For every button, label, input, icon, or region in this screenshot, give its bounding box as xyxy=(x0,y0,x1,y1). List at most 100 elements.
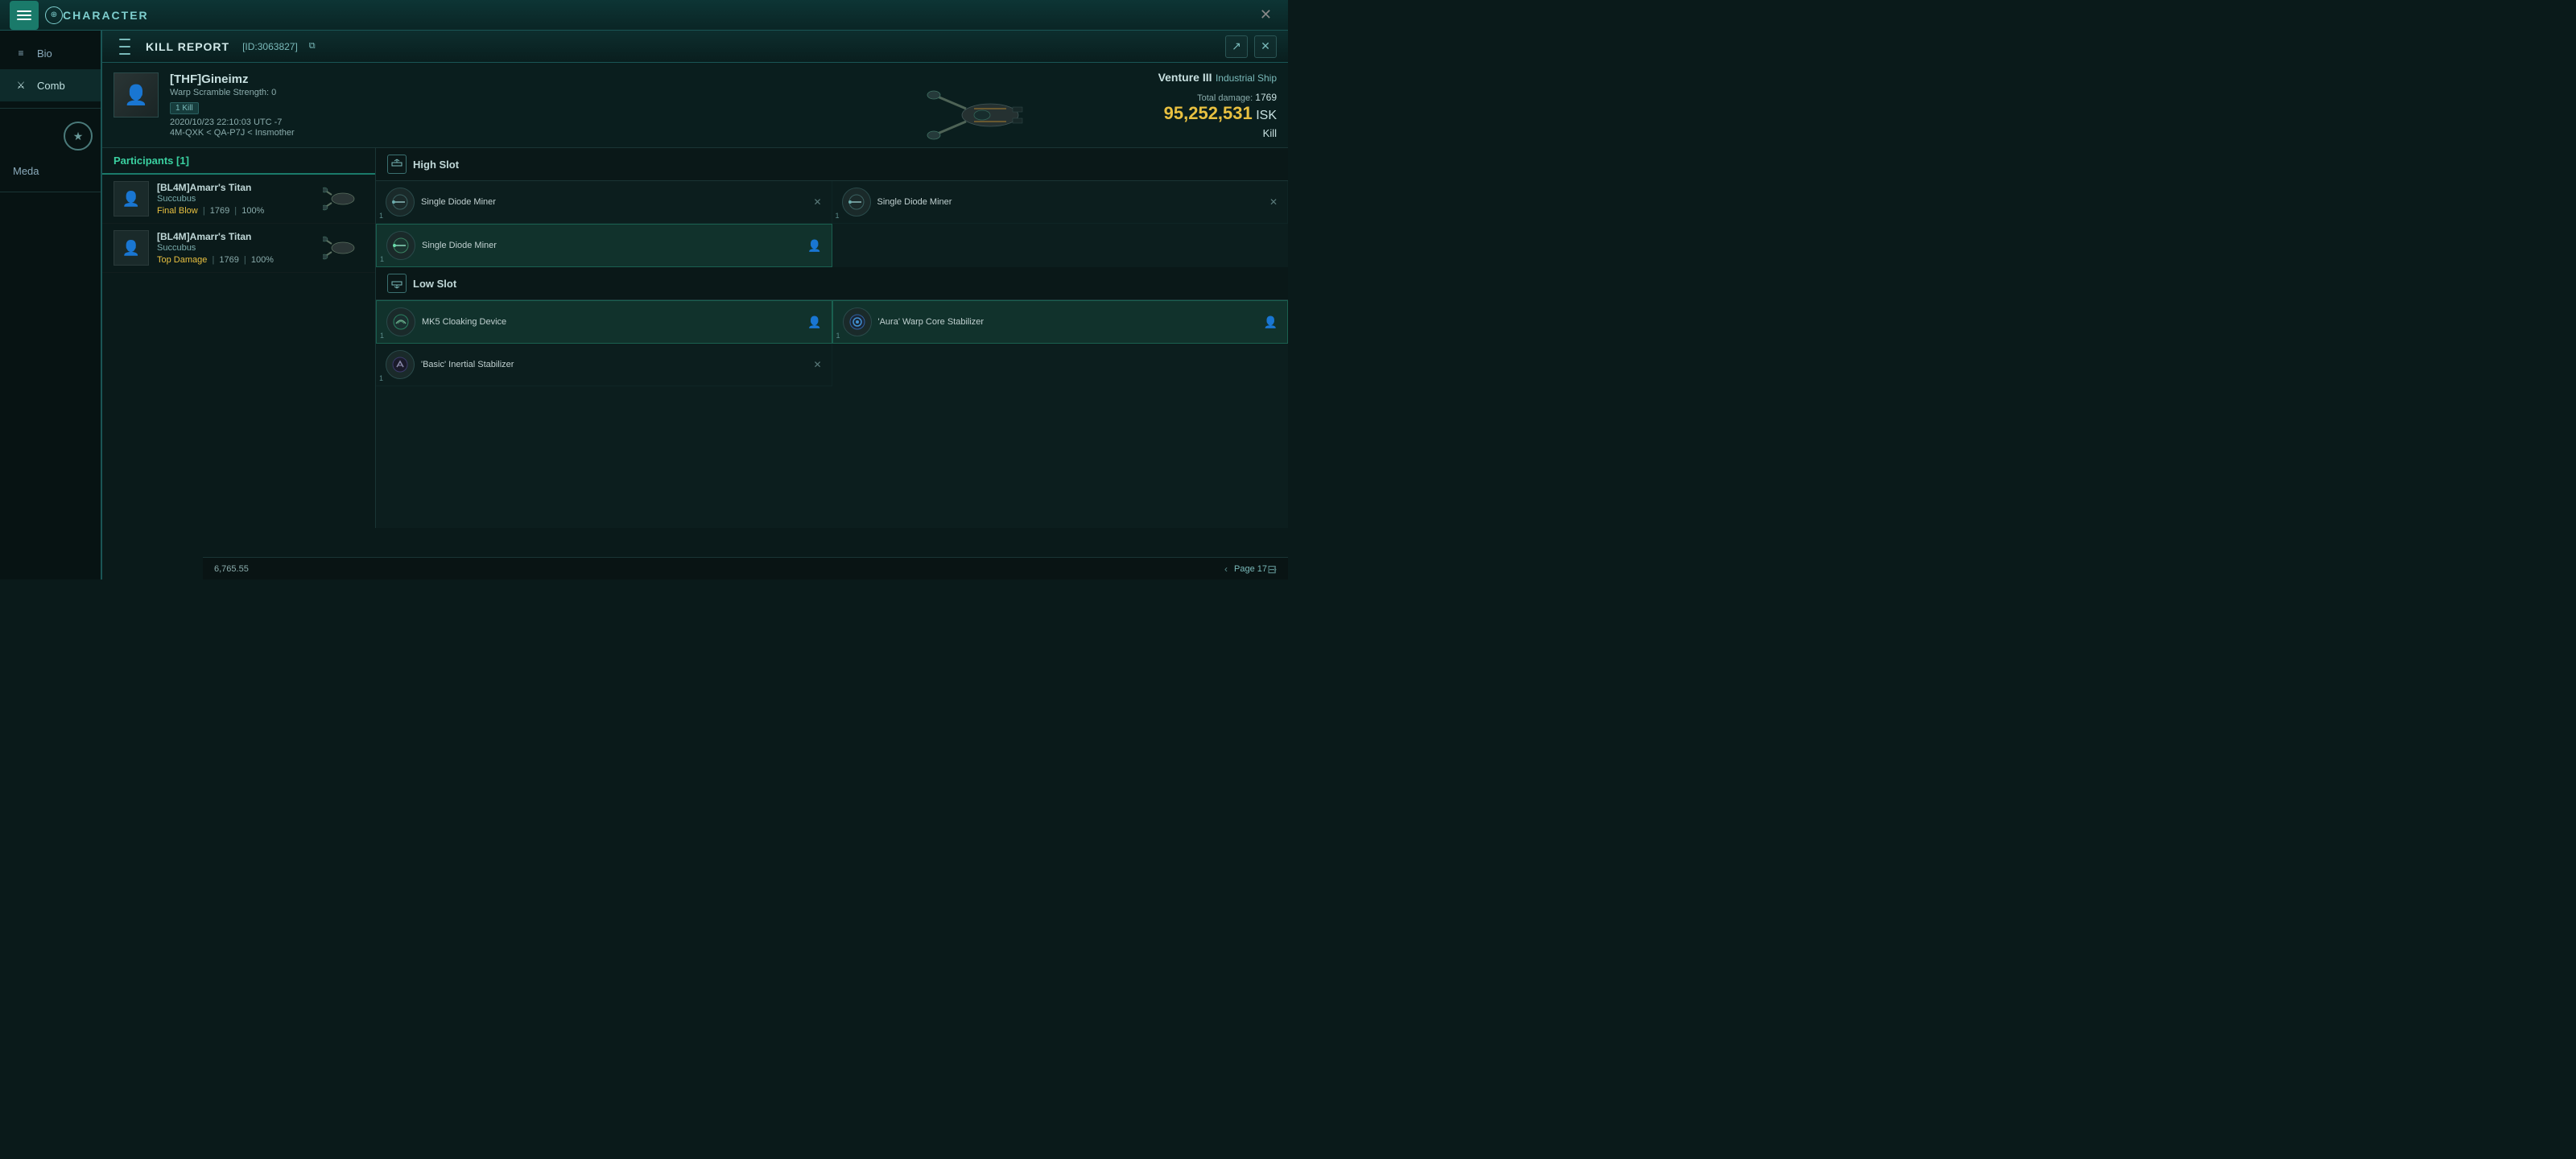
mining-icon-1 xyxy=(386,188,415,217)
equipment-panel: High Slot 1 Single Diode Miner ✕ xyxy=(376,148,1288,528)
participants-title: Participants [1] xyxy=(114,155,189,167)
close-icon-3[interactable]: ✕ xyxy=(813,359,821,370)
participant-2-avatar: 👤 xyxy=(114,230,149,266)
export-button[interactable]: ↗ xyxy=(1225,35,1248,58)
top-menu-button[interactable] xyxy=(10,1,39,30)
high-slot-icon xyxy=(387,155,407,174)
participant-2-name: [BL4M]Amarr's Titan xyxy=(157,231,314,242)
top-close-button[interactable]: ✕ xyxy=(1253,3,1278,27)
mining-icon-2 xyxy=(842,188,871,217)
high-slot-title: High Slot xyxy=(413,159,459,171)
low-slot-item-1[interactable]: 1 MK5 Cloaking Device 👤 xyxy=(376,300,832,344)
ship-image xyxy=(926,71,1055,159)
warp-icon xyxy=(843,307,872,336)
person-icon-1: 👤 xyxy=(807,239,821,253)
header-actions: ↗ ✕ xyxy=(1225,35,1277,58)
ship-display xyxy=(918,67,1063,163)
hamburger-icon-small xyxy=(119,37,130,56)
combat-icon: ⚔ xyxy=(13,77,29,93)
top-bar: ⊕ CHARACTER ✕ xyxy=(0,0,1288,31)
participant-item[interactable]: 👤 [BL4M]Amarr's Titan Succubus Top Damag… xyxy=(102,224,375,273)
main-content: Participants [1] 👤 [BL4M]Amarr's Titan S… xyxy=(102,148,1288,528)
victim-warp: Warp Scramble Strength: 0 xyxy=(170,88,1277,97)
victim-info: [THF]Gineimz Warp Scramble Strength: 0 1… xyxy=(170,72,1277,138)
person-icon-3: 👤 xyxy=(1264,316,1278,329)
close-kill-report-button[interactable]: ✕ xyxy=(1254,35,1277,58)
kill-type-label: Kill xyxy=(1158,127,1277,139)
participant-2-percent: 100% xyxy=(251,255,274,265)
victim-location: 4M-QXK < QA-P7J < Insmother xyxy=(170,128,1277,138)
low-slot-item-3[interactable]: 1 'Basic' Inertial Stabilizer ✕ xyxy=(376,344,832,386)
final-blow-label: Final Blow xyxy=(157,206,198,216)
participant-1-ship-img xyxy=(322,183,364,215)
victim-kill-badge: 1 Kill xyxy=(170,102,199,114)
bio-icon: ≡ xyxy=(13,45,29,61)
cloak-icon xyxy=(386,307,415,336)
participant-2-info: [BL4M]Amarr's Titan Succubus Top Damage … xyxy=(157,231,314,265)
damage-value: 1769 xyxy=(1255,92,1277,103)
sidebar-item-medals-label: Meda xyxy=(13,165,39,177)
sidebar-item-bio-label: Bio xyxy=(37,47,52,60)
hamburger-icon xyxy=(17,10,31,20)
bottom-bar: 6,765.55 ‹ Page 17 › ⊟ xyxy=(203,557,1288,580)
bottom-amount: 6,765.55 xyxy=(214,564,249,574)
ship-info-right: Venture III Industrial Ship Total damage… xyxy=(1158,71,1277,139)
low-slot-icon xyxy=(387,274,407,293)
high-slot-3-name: Single Diode Miner xyxy=(422,240,801,251)
participant-2-ship: Succubus xyxy=(157,243,314,253)
prev-page-button[interactable]: ‹ xyxy=(1224,563,1228,575)
high-slot-2-name: Single Diode Miner xyxy=(877,196,1263,208)
victim-section: 👤 [THF]Gineimz Warp Scramble Strength: 0… xyxy=(102,63,1288,148)
victim-avatar: 👤 xyxy=(114,72,159,118)
close-icon-1[interactable]: ✕ xyxy=(813,196,821,208)
kill-report-menu-btn[interactable] xyxy=(114,35,136,58)
high-slots-grid: 1 Single Diode Miner ✕ 1 xyxy=(376,181,1288,267)
top-damage-label: Top Damage xyxy=(157,255,207,265)
close-icon-2[interactable]: ✕ xyxy=(1269,196,1278,208)
participant-1-name: [BL4M]Amarr's Titan xyxy=(157,182,314,193)
ship-name-display: Venture III Industrial Ship xyxy=(1158,71,1277,85)
kill-report-panel: KILL REPORT [ID:3063827] ⧉ ↗ ✕ 👤 [THF]Gi… xyxy=(101,31,1288,580)
low-slot-item-2[interactable]: 1 'Aura' Warp Core Stabilizer 👤 xyxy=(832,300,1289,344)
participant-1-stats: Final Blow | 1769 | 100% xyxy=(157,206,314,216)
victim-name: [THF]Gineimz xyxy=(170,72,1277,86)
high-slot-1-name: Single Diode Miner xyxy=(421,196,807,208)
participants-header: Participants [1] xyxy=(102,148,375,175)
participants-panel: Participants [1] 👤 [BL4M]Amarr's Titan S… xyxy=(102,148,376,528)
high-slot-item-1[interactable]: 1 Single Diode Miner ✕ xyxy=(376,181,832,224)
low-slot-title: Low Slot xyxy=(413,278,456,290)
page-label: Page 17 xyxy=(1234,564,1267,574)
low-slot-2-name: 'Aura' Warp Core Stabilizer xyxy=(878,316,1257,328)
low-slots-grid: 1 MK5 Cloaking Device 👤 1 xyxy=(376,300,1288,386)
victim-time: 2020/10/23 22:10:03 UTC -7 xyxy=(170,118,1277,127)
high-slot-header: High Slot xyxy=(376,148,1288,181)
participant-1-percent: 100% xyxy=(242,206,264,216)
filter-button[interactable]: ⊟ xyxy=(1267,563,1277,576)
participant-1-info: [BL4M]Amarr's Titan Succubus Final Blow … xyxy=(157,182,314,216)
low-slot-1-name: MK5 Cloaking Device xyxy=(422,316,801,328)
low-slot-header: Low Slot xyxy=(376,267,1288,300)
kill-report-header: KILL REPORT [ID:3063827] ⧉ ↗ ✕ xyxy=(102,31,1288,63)
vitruvian-icon: ⊕ xyxy=(45,6,63,24)
inertia-icon xyxy=(386,350,415,379)
participant-1-damage: 1769 xyxy=(210,206,229,216)
high-slot-item-2[interactable]: 1 Single Diode Miner ✕ xyxy=(832,181,1289,224)
participant-item[interactable]: 👤 [BL4M]Amarr's Titan Succubus Final Blo… xyxy=(102,175,375,224)
copy-icon[interactable]: ⧉ xyxy=(309,41,316,52)
damage-label: Total damage: 1769 xyxy=(1158,92,1277,103)
victim-avatar-face: 👤 xyxy=(114,73,158,117)
participant-2-damage: 1769 xyxy=(219,255,238,265)
participant-2-stats: Top Damage | 1769 | 100% xyxy=(157,255,314,265)
participant-2-ship-img xyxy=(322,232,364,264)
high-slot-item-3[interactable]: 1 Single Diode Miner 👤 xyxy=(376,224,832,267)
mining-icon-3 xyxy=(386,231,415,260)
ship-name: Venture III xyxy=(1158,71,1212,84)
participant-1-ship: Succubus xyxy=(157,194,314,204)
medals-icon: ★ xyxy=(64,122,93,151)
kill-report-id: [ID:3063827] xyxy=(242,41,298,52)
ship-class: Industrial Ship xyxy=(1216,72,1277,84)
isk-row: 95,252,531 ISK xyxy=(1158,103,1277,124)
person-icon-2: 👤 xyxy=(807,316,821,329)
isk-value: 95,252,531 xyxy=(1164,103,1253,123)
app-title: CHARACTER xyxy=(63,9,149,22)
